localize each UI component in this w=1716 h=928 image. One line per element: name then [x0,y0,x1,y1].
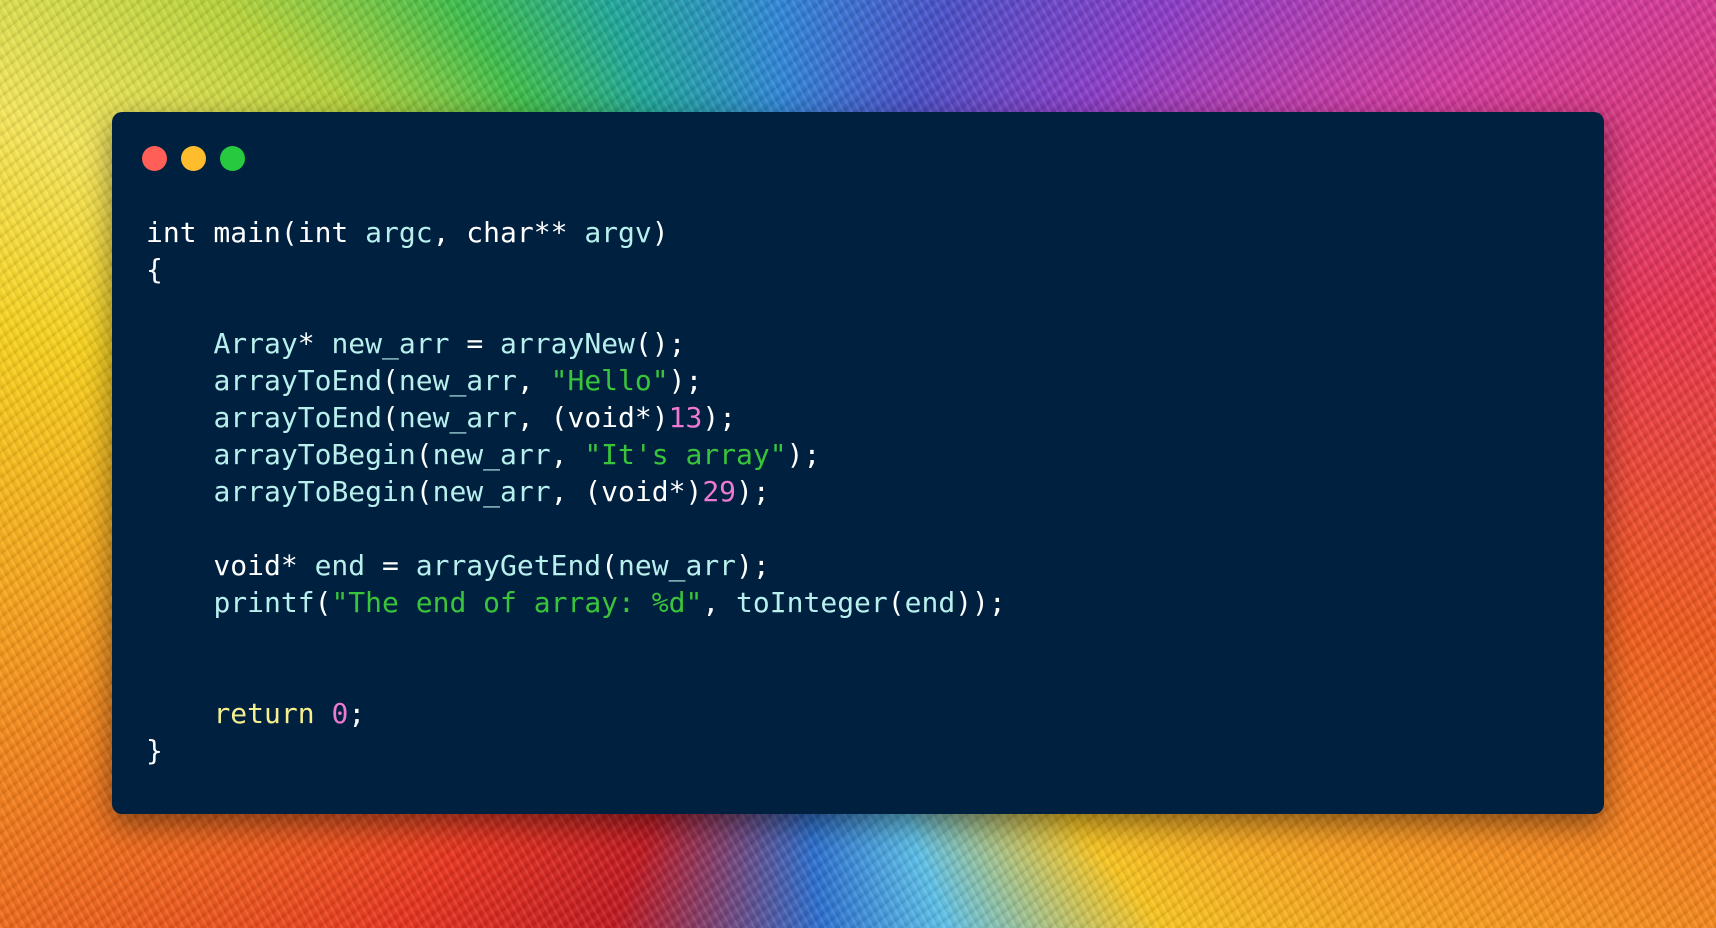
code-line: arrayToEnd(new_arr, (void*)13); [146,399,1006,436]
code-token: 0 [331,697,349,730]
code-token: arrayToEnd [213,364,383,397]
code-token: new_arr [618,549,737,582]
code-line: arrayToEnd(new_arr, "Hello"); [146,362,1006,399]
code-token: argc [365,216,433,249]
close-button[interactable] [142,146,167,171]
code-token: ); [736,549,770,582]
code-token: toInteger [736,586,888,619]
code-token: 13 [668,401,703,434]
code-token: ( [415,438,433,471]
minimize-button[interactable] [181,146,206,171]
code-window: int main(int argc, char** argv){ Array* … [112,112,1604,814]
code-token: , [550,438,585,471]
code-line: void* end = arrayGetEnd(new_arr); [146,547,1006,584]
code-token: Array [213,327,298,360]
code-token: = [449,327,501,360]
code-token: arrayGetEnd [415,549,602,582]
code-token: ( [887,586,905,619]
code-token: void* [146,549,315,582]
code-token: ( [382,364,399,397]
code-token: new_arr [432,438,551,471]
code-token: = [365,549,416,582]
code-token: int main(int [146,216,366,249]
code-token: { [146,253,163,286]
code-token: ); [736,475,770,508]
code-token: "Hello" [550,364,669,397]
window-controls [142,146,245,171]
code-token: end [314,549,366,582]
code-line: { [146,251,1006,288]
code-token: new_arr [331,327,450,360]
code-token: ( [382,401,399,434]
code-token: , [516,364,551,397]
code-token: arrayNew [500,327,635,360]
code-token: ( [314,586,332,619]
code-token: , char** [432,216,585,249]
code-token: ); [702,401,737,434]
code-line: } [146,732,1006,769]
code-line: printf("The end of array: %d", toInteger… [146,584,1006,621]
code-line: int main(int argc, char** argv) [146,214,1006,251]
code-token: new_arr [398,401,517,434]
code-line: Array* new_arr = arrayNew(); [146,325,1006,362]
code-token: } [146,734,163,767]
code-token: ); [668,364,703,397]
code-token: new_arr [398,364,517,397]
code-line: arrayToBegin(new_arr, "It's array"); [146,436,1006,473]
code-line: arrayToBegin(new_arr, (void*)29); [146,473,1006,510]
code-token: 29 [702,475,737,508]
code-token: ( [601,549,619,582]
code-token: arrayToEnd [213,401,383,434]
code-token: ( [415,475,433,508]
code-line: return 0; [146,695,1006,732]
code-token: * [297,327,332,360]
code-token: argv [584,216,652,249]
code-token: ; [348,697,366,730]
maximize-button[interactable] [220,146,245,171]
code-token: "The end of array: %d" [331,586,703,619]
code-token: new_arr [432,475,551,508]
code-token: arrayToBegin [213,475,416,508]
code-token: , [702,586,737,619]
code-token: arrayToBegin [213,438,416,471]
code-token: ) [651,216,669,249]
code-token: , (void*) [550,475,703,508]
code-token: return [213,697,315,730]
code-token: "It's array" [584,438,787,471]
code-token: ); [786,438,821,471]
code-block: int main(int argc, char** argv){ Array* … [146,214,1006,769]
code-token: end [904,586,956,619]
code-token: (); [634,327,686,360]
code-token: , (void*) [516,401,669,434]
code-token: printf [213,586,315,619]
code-token: )); [955,586,1006,619]
